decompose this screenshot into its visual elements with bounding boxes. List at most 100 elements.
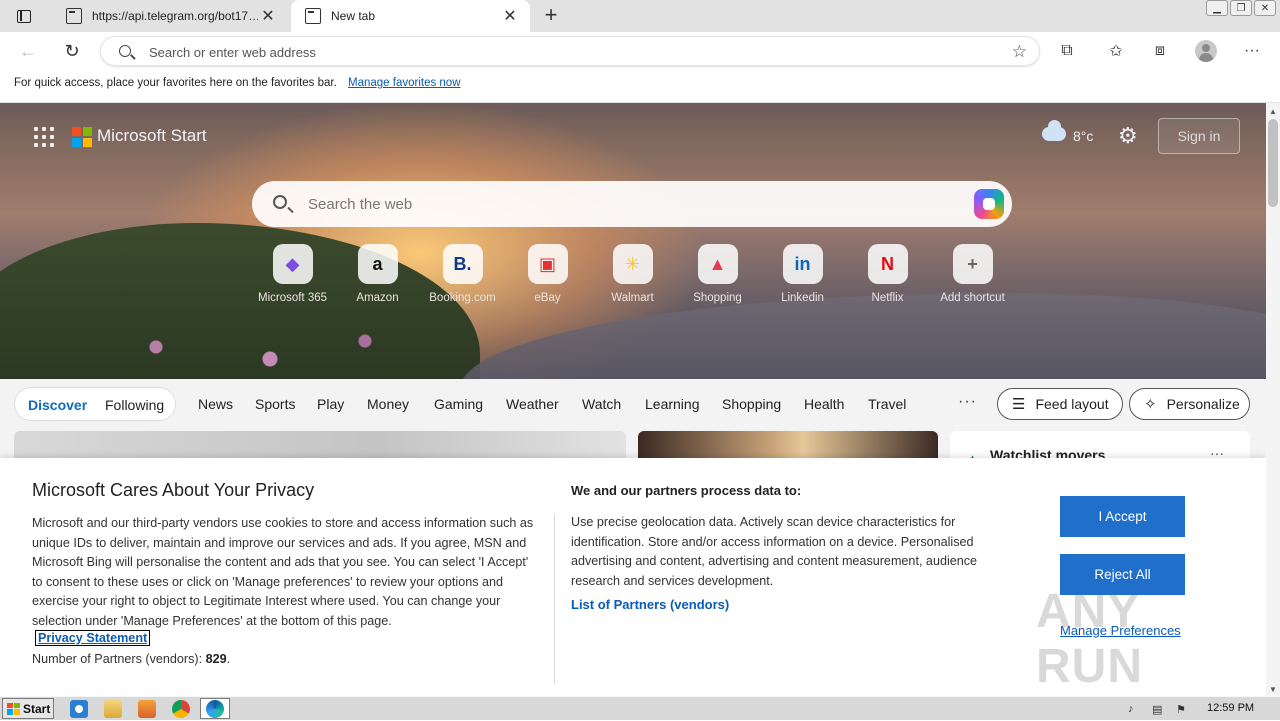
favorites-icon[interactable]: ✩ — [1104, 40, 1128, 62]
internet-explorer-icon[interactable] — [70, 700, 88, 718]
accept-button[interactable]: I Accept — [1060, 496, 1185, 537]
feed-tabs: Discover Following — [14, 387, 176, 421]
tab-following[interactable]: Following — [105, 397, 164, 413]
shopping-bag-icon: ▲ — [697, 244, 738, 284]
close-tab-icon[interactable]: ✕ — [258, 6, 278, 26]
category-travel[interactable]: Travel — [868, 396, 906, 412]
close-tab-icon[interactable]: ✕ — [500, 6, 520, 26]
shortcut-add[interactable]: + Add shortcut — [930, 244, 1015, 304]
privacy-statement-link[interactable]: Privacy Statement — [35, 630, 151, 646]
new-tab-icon — [305, 8, 321, 24]
media-player-icon[interactable] — [138, 700, 156, 718]
category-learning[interactable]: Learning — [645, 396, 700, 412]
back-button[interactable]: ← — [14, 38, 42, 64]
action-center-flag-icon[interactable]: ⚑ — [1176, 703, 1189, 716]
personalize-button[interactable]: ✧ Personalize — [1129, 388, 1250, 420]
netflix-icon: N — [867, 244, 908, 284]
scroll-up-icon[interactable]: ▲ — [1269, 107, 1277, 116]
manage-preferences-link[interactable]: Manage Preferences — [1060, 623, 1181, 638]
category-news[interactable]: News — [198, 396, 233, 412]
more-categories-button[interactable]: ··· — [958, 393, 977, 411]
volume-icon[interactable]: ♪ — [1128, 703, 1141, 715]
navigation-bar: ← ↻ ☆ ⧉ ✩ ⧈ ··· — [0, 32, 1280, 70]
category-weather[interactable]: Weather — [506, 396, 559, 412]
shortcut-linkedin[interactable]: in Linkedin — [760, 244, 845, 304]
shortcut-ebay[interactable]: ▣ eBay — [505, 244, 590, 304]
processing-title: We and our partners process data to: — [571, 483, 802, 498]
clock[interactable]: 12:59 PM — [1207, 702, 1254, 714]
manage-favorites-link[interactable]: Manage favorites now — [348, 77, 461, 89]
file-explorer-icon[interactable] — [104, 700, 122, 718]
favorites-bar: For quick access, place your favorites h… — [0, 70, 1280, 103]
search-icon — [273, 195, 287, 209]
new-tab-button[interactable]: + — [540, 4, 562, 27]
address-bar[interactable]: ☆ — [100, 36, 1040, 66]
category-gaming[interactable]: Gaming — [434, 396, 483, 412]
shortcut-amazon[interactable]: a Amazon — [335, 244, 420, 304]
shortcut-booking[interactable]: B. Booking.com — [420, 244, 505, 304]
vertical-scrollbar[interactable]: ▲ ▼ — [1266, 103, 1280, 698]
add-favorite-icon[interactable]: ☆ — [1012, 42, 1027, 62]
partners-suffix: . — [226, 652, 231, 666]
settings-gear-icon[interactable]: ⚙ — [1118, 123, 1138, 149]
tab-telegram[interactable]: https://api.telegram.org/bot17… ✕ — [52, 0, 288, 32]
sliders-icon: ☰ — [1012, 396, 1026, 413]
sign-in-button[interactable]: Sign in — [1158, 118, 1240, 154]
edge-taskbar-button[interactable] — [200, 698, 230, 719]
edge-icon — [206, 700, 224, 718]
shortcut-label: Netflix — [871, 292, 904, 304]
tab-actions-button[interactable] — [8, 6, 40, 26]
profile-avatar[interactable] — [1195, 40, 1217, 62]
more-options-icon[interactable]: ··· — [1240, 40, 1264, 62]
shortcut-label: Amazon — [356, 292, 399, 304]
scroll-down-icon[interactable]: ▼ — [1269, 685, 1277, 694]
shortcut-label: Add shortcut — [940, 292, 1005, 304]
temperature[interactable]: 8°c — [1073, 128, 1093, 144]
collections-icon[interactable]: ⧈ — [1148, 40, 1172, 62]
tab-actions-icon — [17, 9, 31, 23]
category-shopping[interactable]: Shopping — [722, 396, 781, 412]
cloud-icon[interactable] — [1042, 120, 1066, 141]
shortcut-microsoft-365[interactable]: ◆ Microsoft 365 — [250, 244, 335, 304]
privacy-title: Microsoft Cares About Your Privacy — [32, 480, 315, 500]
web-search-box[interactable] — [252, 181, 1012, 227]
app-launcher-icon[interactable] — [34, 127, 54, 147]
booking-icon: B. — [442, 244, 483, 284]
refresh-button[interactable]: ↻ — [58, 38, 86, 64]
vendors-link[interactable]: List of Partners (vendors) — [571, 597, 729, 612]
amazon-icon: a — [357, 244, 398, 284]
chrome-icon[interactable] — [172, 700, 190, 718]
address-input[interactable] — [149, 42, 969, 62]
tab-new-tab[interactable]: New tab ✕ — [291, 0, 530, 32]
system-tray: ♪ ▤ ⚑ — [1120, 697, 1280, 721]
background-flowers — [80, 323, 460, 383]
shortcut-netflix[interactable]: N Netflix — [845, 244, 930, 304]
sparkle-icon: ✧ — [1144, 396, 1157, 413]
minimize-button[interactable]: ▁ — [1206, 0, 1228, 16]
category-health[interactable]: Health — [804, 396, 844, 412]
tab-title: https://api.telegram.org/bot17… — [92, 9, 258, 23]
tab-discover[interactable]: Discover — [28, 397, 87, 413]
divider — [554, 514, 555, 684]
extensions-icon[interactable]: ⧉ — [1055, 40, 1079, 62]
shortcut-walmart[interactable]: ✳ Walmart — [590, 244, 675, 304]
scrollbar-thumb[interactable] — [1268, 119, 1278, 207]
category-money[interactable]: Money — [367, 396, 409, 412]
reject-all-button[interactable]: Reject All — [1060, 554, 1185, 595]
start-button[interactable]: Start — [2, 698, 54, 719]
restore-button[interactable]: ❐ — [1230, 0, 1252, 16]
personalize-label: Personalize — [1166, 396, 1240, 412]
shortcut-shopping[interactable]: ▲ Shopping — [675, 244, 760, 304]
web-search-input[interactable] — [308, 194, 948, 214]
category-sports[interactable]: Sports — [255, 396, 295, 412]
shortcut-label: Microsoft 365 — [257, 292, 328, 304]
network-icon[interactable]: ▤ — [1152, 703, 1165, 716]
linkedin-icon: in — [782, 244, 823, 284]
close-window-button[interactable]: ✕ — [1254, 0, 1276, 16]
feed-layout-button[interactable]: ☰ Feed layout — [997, 388, 1123, 420]
category-play[interactable]: Play — [317, 396, 344, 412]
brand-title[interactable]: Microsoft Start — [97, 126, 207, 146]
windows-logo-icon — [7, 702, 20, 715]
category-watch[interactable]: Watch — [582, 396, 621, 412]
copilot-icon[interactable] — [974, 189, 1004, 219]
